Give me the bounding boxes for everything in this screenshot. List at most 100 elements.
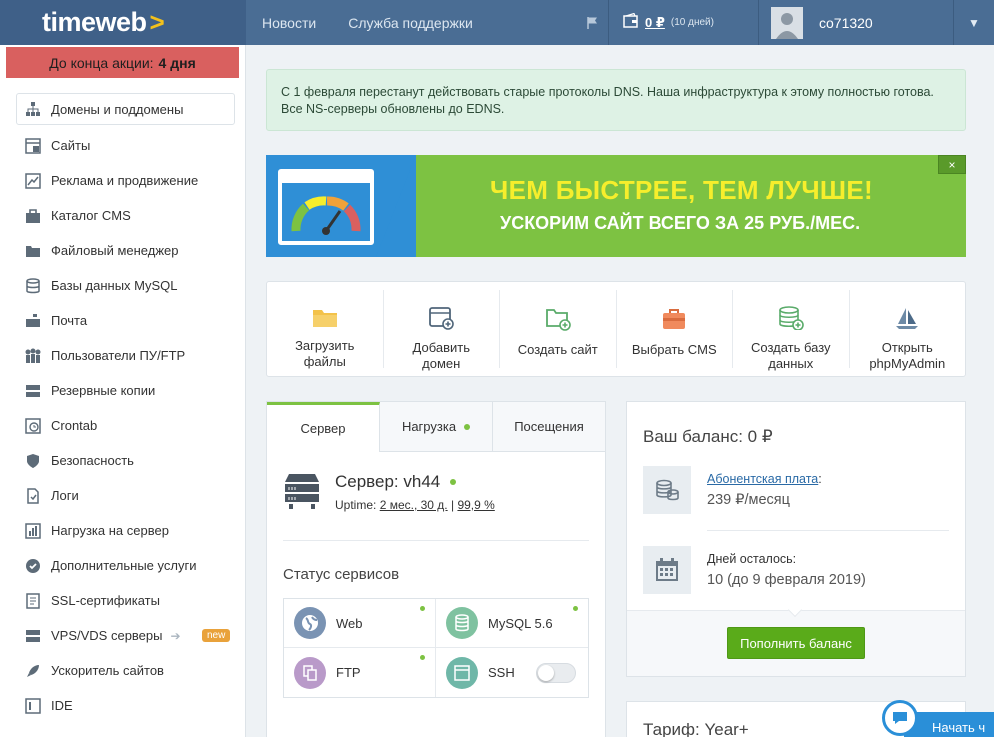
promo-text: До конца акции: xyxy=(49,54,154,71)
chart-line-icon xyxy=(24,172,42,189)
mailbox-icon xyxy=(24,313,42,329)
flag-icon[interactable] xyxy=(577,0,609,45)
sidebar-item-label: Нагрузка на сервер xyxy=(51,523,169,538)
server-panel: Сервер Нагрузка Посещения Сервер: vh44 U… xyxy=(266,401,606,737)
banner-title: ЧЕМ БЫСТРЕЕ, ТЕМ ЛУЧШЕ! xyxy=(490,175,873,205)
sidebar-item-8[interactable]: Пользователи ПУ/FTP xyxy=(0,338,245,373)
sidebar-item-label: Резервные копии xyxy=(51,383,156,398)
sidebar-item-15[interactable]: SSL-сертификаты xyxy=(0,583,245,618)
calendar-icon xyxy=(643,546,691,594)
folder-icon xyxy=(312,306,338,328)
choose-cms-button[interactable]: Выбрать CMS xyxy=(617,290,733,368)
chat-widget[interactable]: Начать ч xyxy=(880,700,994,737)
username: co71320 xyxy=(819,14,873,31)
quick-actions: Загрузить файлы Добавить домен Создать с… xyxy=(266,281,966,377)
sidebar-item-label: Файловый менеджер xyxy=(51,243,179,258)
sidebar-item-12[interactable]: Логи xyxy=(0,478,245,513)
sitemap-icon xyxy=(24,101,42,117)
sidebar-item-label: SSL-сертификаты xyxy=(51,593,160,608)
server-name: Сервер: vh44 xyxy=(335,472,441,491)
sidebar-item-label: Базы данных MySQL xyxy=(51,278,178,293)
ssh-toggle[interactable] xyxy=(536,662,576,683)
sidebar-item-label: Логи xyxy=(51,488,79,503)
subscription-fee-link[interactable]: Абонентская плата xyxy=(707,472,818,486)
new-badge: new xyxy=(202,629,231,642)
logo-text: timeweb xyxy=(42,7,147,37)
tab-server[interactable]: Сервер xyxy=(267,402,380,452)
top-up-button[interactable]: Пополнить баланс xyxy=(727,627,865,659)
sidebar-item-label: Пользователи ПУ/FTP xyxy=(51,348,186,363)
backup-icon xyxy=(24,383,42,399)
service-ssh[interactable]: SSH xyxy=(436,648,588,697)
header-balance-value[interactable]: 0 ₽ xyxy=(645,15,665,31)
tab-visits[interactable]: Посещения xyxy=(493,402,605,451)
tab-load[interactable]: Нагрузка xyxy=(380,402,493,451)
uptime-percent[interactable]: 99,9 % xyxy=(457,498,494,512)
server-info: Сервер: vh44 Uptime: 2 мес., 30 д. | 99,… xyxy=(283,472,495,515)
sidebar-item-label: Безопасность xyxy=(51,453,134,468)
sidebar-menu: Домены и поддомены Сайты Реклама и продвиж… xyxy=(0,93,245,723)
tariff-title: Тариф: Year+ xyxy=(643,720,749,737)
sidebar-item-14[interactable]: Дополнительные услуги xyxy=(0,548,245,583)
server-rack-icon xyxy=(283,472,321,515)
arrow-right-icon: ➔ xyxy=(170,628,181,643)
nav-news-link[interactable]: Новости xyxy=(246,15,332,31)
sidebar-item-10[interactable]: Crontab xyxy=(0,408,245,443)
sidebar-item-label: Каталог CMS xyxy=(51,208,131,223)
shield-icon xyxy=(24,453,42,469)
close-icon[interactable]: × xyxy=(938,155,966,174)
user-menu[interactable]: co71320 xyxy=(759,0,954,45)
logo-arrow: > xyxy=(149,7,165,37)
sidebar-item-11[interactable]: Безопасность xyxy=(0,443,245,478)
add-domain-button[interactable]: Добавить домен xyxy=(384,290,500,371)
sidebar-item-label: IDE xyxy=(51,698,73,713)
sidebar-item-4[interactable]: Каталог CMS xyxy=(0,198,245,233)
sidebar-item-3[interactable]: Реклама и продвижение xyxy=(0,163,245,198)
status-dot xyxy=(464,423,471,430)
sidebar-item-7[interactable]: Почта xyxy=(0,303,245,338)
sidebar-item-2[interactable]: Сайты xyxy=(0,128,245,163)
users-icon xyxy=(24,348,42,364)
folder-icon xyxy=(24,243,42,259)
service-web[interactable]: Web xyxy=(284,599,436,648)
top-bar: timeweb > Новости Служба поддержки 0 ₽ (… xyxy=(0,0,994,45)
service-ftp[interactable]: FTP xyxy=(284,648,436,697)
clock-icon xyxy=(24,417,42,434)
server-tabs: Сервер Нагрузка Посещения xyxy=(267,402,605,452)
database-icon xyxy=(446,607,478,639)
services-icon xyxy=(24,558,42,574)
service-mysql[interactable]: MySQL 5.6 xyxy=(436,599,588,648)
sidebar-item-13[interactable]: Нагрузка на сервер xyxy=(0,513,245,548)
header-balance[interactable]: 0 ₽ (10 дней) xyxy=(609,0,759,45)
top-nav: Новости Служба поддержки xyxy=(246,0,489,45)
sidebar-item-17[interactable]: Ускоритель сайтов xyxy=(0,653,245,688)
upload-files-button[interactable]: Загрузить файлы xyxy=(267,290,384,369)
nav-support-link[interactable]: Служба поддержки xyxy=(332,15,489,31)
sidebar-item-label: Реклама и продвижение xyxy=(51,173,199,188)
sidebar-item-label: Домены и поддомены xyxy=(51,101,184,117)
chevron-down-icon[interactable]: ▼ xyxy=(954,0,994,45)
sites-icon xyxy=(24,137,42,154)
subscription-fee: Абонентская плата: 239 ₽/месяц xyxy=(643,466,822,514)
sidebar-item-label: Crontab xyxy=(51,418,98,433)
services-status-title: Статус сервисов xyxy=(283,566,400,583)
sidebar-item-label: Сайты xyxy=(51,138,91,153)
avatar xyxy=(771,6,803,39)
sidebar-item-9[interactable]: Резервные копии xyxy=(0,373,245,408)
ftp-icon xyxy=(294,656,326,689)
promo-banner[interactable]: ЧЕМ БЫСТРЕЕ, ТЕМ ЛУЧШЕ! УСКОРИМ САЙТ ВСЕ… xyxy=(266,155,966,257)
promo-countdown: До конца акции: 4 дня xyxy=(6,47,239,78)
sidebar-item-1[interactable]: Домены и поддомены xyxy=(16,93,235,125)
sidebar-item-6[interactable]: Базы данных MySQL xyxy=(0,268,245,303)
sidebar-item-5[interactable]: Файловый менеджер xyxy=(0,233,245,268)
certificate-icon xyxy=(24,592,42,609)
create-database-button[interactable]: Создать базу данных xyxy=(733,290,850,371)
days-left: Дней осталось: 10 (до 9 февраля 2019) xyxy=(643,546,866,594)
create-site-button[interactable]: Создать сайт xyxy=(500,290,617,368)
sidebar-item-16[interactable]: VPS/VDS серверы ➔ new xyxy=(0,618,245,653)
open-phpmyadmin-button[interactable]: Открыть phpMyAdmin xyxy=(850,290,966,371)
uptime-duration[interactable]: 2 мес., 30 д. xyxy=(380,498,448,512)
coins-icon xyxy=(643,466,691,514)
logo[interactable]: timeweb > xyxy=(0,0,246,45)
sidebar-item-18[interactable]: IDE xyxy=(0,688,245,723)
